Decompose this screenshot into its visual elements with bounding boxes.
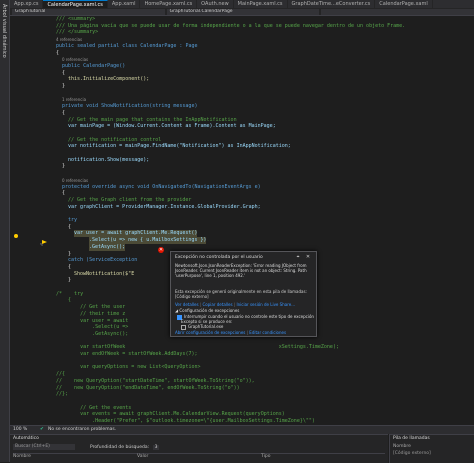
- code-line[interactable]: }: [62, 163, 65, 170]
- editor-status-bar: 100 % ✔ No se encontraron problemas.: [10, 425, 474, 434]
- live-share-link[interactable]: Iniciar sesión de Live Share...: [236, 302, 295, 307]
- code-line[interactable]: var mainPage = (Window.Current.Content a…: [68, 123, 276, 130]
- code-line[interactable]: {: [56, 50, 59, 57]
- call-stack-panel: Pila de llamadas Nombre [Código externo]: [389, 434, 474, 463]
- code-line[interactable]: var queryOptions = new List<QueryOption>: [56, 364, 200, 371]
- code-line[interactable]: {: [62, 190, 65, 197]
- tab-0[interactable]: App.xp.cs: [10, 0, 44, 8]
- type-dropdown[interactable]: GraphTutorial.CalendarPage: [166, 8, 320, 15]
- document-tab-strip: App.xp.cs CalendarPage.xaml.cs App.xaml Hom…: [10, 0, 474, 8]
- search-depth-label: Profundidad de búsqueda:: [90, 445, 150, 450]
- code-line[interactable]: ShowNotification($"E: [74, 271, 134, 278]
- live-visual-tree-tab[interactable]: Árbol visual dinámico: [1, 4, 7, 58]
- autos-panel: Automático Buscar (Ctrl+E) Profundidad d…: [10, 434, 388, 463]
- tab-3[interactable]: HomePage.xaml.cs: [140, 0, 198, 8]
- popup-close-icon[interactable]: ✕: [305, 254, 311, 260]
- exception-error-icon: ✕: [158, 247, 164, 253]
- exception-links: Ver detalles | Copiar detalles | Iniciar…: [175, 302, 296, 307]
- code-line[interactable]: /// Una página vacía que se puede usar d…: [56, 23, 405, 30]
- call-stack-column-name[interactable]: Nombre: [393, 444, 411, 449]
- tab-2[interactable]: App.xaml: [108, 0, 141, 8]
- code-line[interactable]: //};: [56, 391, 68, 398]
- exception-popup: Excepción no controlada por el usuario ⌖…: [170, 251, 317, 337]
- code-line[interactable]: }: [68, 277, 71, 284]
- search-depth-dropdown[interactable]: 3: [152, 445, 160, 450]
- code-line[interactable]: // new QueryOption("endDateTime", endOfW…: [56, 385, 240, 392]
- issues-status[interactable]: No se encontraron problemas.: [48, 427, 116, 432]
- code-line[interactable]: private void ShowNotification(string mes…: [62, 103, 197, 110]
- tab-4[interactable]: OAuth.new: [197, 0, 234, 8]
- code-line[interactable]: public sealed partial class CalendarPage…: [56, 43, 197, 50]
- left-tool-strip: Árbol visual dinámico: [0, 0, 10, 462]
- open-exception-settings-link[interactable]: Abrir configuración de excepciones: [175, 330, 245, 335]
- code-line[interactable]: {: [62, 70, 65, 77]
- code-line[interactable]: .GetAsync();: [89, 243, 126, 251]
- zoom-level[interactable]: 100 %: [13, 427, 27, 432]
- copy-details-link[interactable]: Copiar detalles: [203, 302, 233, 307]
- code-line[interactable]: this.InitializeComponent();: [68, 76, 149, 83]
- navigation-bar: GraphTutorial GraphTutorial.CalendarPage: [10, 8, 474, 16]
- code-editor[interactable]: /// <summary>/// Una página vacía que se…: [50, 16, 474, 425]
- autos-columns: Nombre Valor Tipo: [13, 453, 385, 459]
- exception-callstack-note: Esta excepción se generó originalmente e…: [175, 289, 307, 299]
- tab-5[interactable]: MainPage.xaml.cs: [234, 0, 288, 8]
- exception-settings-links: Abrir configuración de excepciones | Edi…: [175, 330, 287, 335]
- code-line[interactable]: var notification = mainPage.FindName("No…: [68, 143, 291, 150]
- autos-search-input[interactable]: Buscar (Ctrl+E): [13, 444, 75, 450]
- code-line[interactable]: }: [62, 83, 65, 90]
- popup-pin-icon[interactable]: ⌖: [295, 254, 301, 260]
- column-type[interactable]: Tipo: [261, 454, 385, 459]
- module-checkbox[interactable]: GraphTutorial.exe: [181, 324, 223, 330]
- no-issues-icon: ✔: [40, 427, 44, 432]
- member-dropdown[interactable]: [321, 8, 474, 15]
- code-line[interactable]: var graphClient = ProviderManager.Instan…: [68, 204, 261, 211]
- project-dropdown[interactable]: GraphTutorial: [12, 8, 165, 15]
- code-line[interactable]: notification.Show(message);: [68, 157, 149, 164]
- view-details-link[interactable]: Ver detalles: [175, 302, 199, 307]
- code-line[interactable]: protected override async void OnNavigate…: [62, 184, 261, 191]
- exception-title: Excepción no controlada por el usuario: [175, 255, 263, 260]
- code-line[interactable]: catch (ServiceException: [68, 257, 137, 264]
- checkbox-unchecked-icon: [181, 324, 186, 330]
- code-line[interactable]: {: [68, 264, 71, 271]
- tab-1[interactable]: CalendarPage.xaml.cs: [43, 0, 108, 8]
- edit-pencil-icon: ✎: [40, 242, 44, 248]
- code-line[interactable]: {: [62, 110, 65, 117]
- code-line[interactable]: var endOfWeek = startOfWeek.AddDays(7);: [56, 351, 197, 358]
- call-stack-title: Pila de llamadas: [393, 436, 430, 441]
- call-stack-row[interactable]: [Código externo]: [393, 451, 431, 456]
- tab-7[interactable]: CalendarPage.xaml: [375, 0, 433, 8]
- column-name[interactable]: Nombre: [13, 454, 137, 459]
- editor-gutter[interactable]: ✎: [10, 16, 50, 425]
- autos-panel-title: Automático: [13, 436, 39, 441]
- column-value[interactable]: Valor: [137, 454, 261, 459]
- code-line[interactable]: {: [68, 224, 71, 231]
- exception-message: Newtonsoft.Json.JsonReaderException: 'Er…: [175, 263, 307, 278]
- exception-settings-header[interactable]: ◢ Configuración de excepciones: [175, 308, 239, 313]
- breakpoint-marker-icon[interactable]: [14, 234, 18, 238]
- code-line[interactable]: public CalendarPage(): [62, 63, 125, 70]
- edit-conditions-link[interactable]: Editar condiciones: [249, 330, 286, 335]
- tab-6[interactable]: GraphDateTime...eConverter.cs: [288, 0, 376, 8]
- search-depth: Profundidad de búsqueda: 3: [90, 445, 160, 450]
- module-checkbox-label: GraphTutorial.exe: [188, 324, 224, 329]
- code-line[interactable]: .Header("Prefer", $"outlook.timezone=\"{…: [56, 418, 315, 425]
- exception-settings-label: Configuración de excepciones: [179, 308, 240, 313]
- code-line[interactable]: .GetAsync();: [56, 331, 128, 338]
